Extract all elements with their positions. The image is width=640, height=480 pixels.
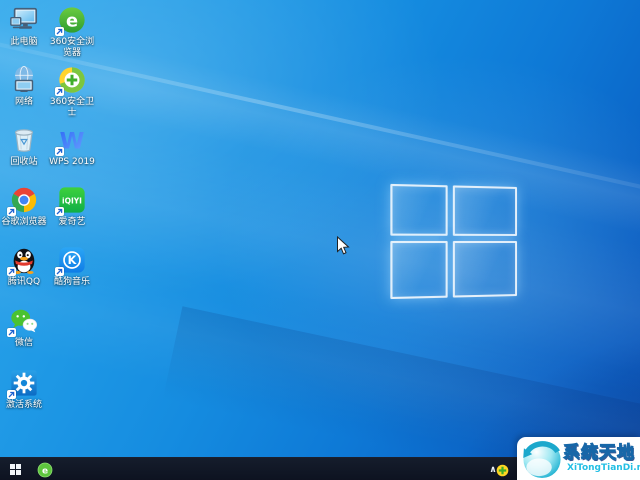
tray-360-safety-icon[interactable] bbox=[496, 462, 509, 480]
windows-logo-pane bbox=[390, 184, 447, 236]
windows-logo-wallpaper bbox=[390, 184, 518, 300]
desktop-icon-recycle-bin[interactable]: 回收站 bbox=[1, 125, 47, 168]
desktop-icon-label: 爱奇艺 bbox=[49, 217, 95, 228]
this-pc-icon bbox=[9, 5, 39, 35]
desktop-icon-label: 网络 bbox=[1, 97, 47, 108]
desktop-icon-label: 激活系统 bbox=[1, 400, 47, 411]
360-browser-icon: e bbox=[57, 5, 87, 35]
shortcut-arrow-badge bbox=[55, 207, 64, 216]
iqiyi-icon: iQIYI bbox=[57, 185, 87, 215]
windows-logo-pane bbox=[453, 241, 517, 298]
desktop-icon-network[interactable]: 网络 bbox=[1, 65, 47, 108]
svg-text:e: e bbox=[66, 11, 78, 32]
shortcut-arrow-badge bbox=[55, 147, 64, 156]
360-safety-icon bbox=[57, 65, 87, 95]
wechat-icon bbox=[9, 306, 39, 336]
windows-start-icon bbox=[10, 464, 21, 475]
svg-text:iQIYI: iQIYI bbox=[62, 196, 82, 205]
svg-text:e: e bbox=[42, 466, 48, 476]
windows-logo-pane bbox=[453, 185, 517, 236]
watermark-title: 系统天地 bbox=[563, 438, 635, 463]
wallpaper-light-beam bbox=[0, 92, 640, 416]
shortcut-arrow-badge bbox=[55, 267, 64, 276]
desktop-icon-label: 此电脑 bbox=[1, 37, 47, 48]
desktop-icon-iqiyi[interactable]: iQIYI 爱奇艺 bbox=[49, 185, 95, 228]
chrome-icon bbox=[9, 185, 39, 215]
desktop-icon-360-browser[interactable]: e 360安全浏览器 bbox=[49, 5, 95, 58]
desktop-icon-label: WPS 2019 bbox=[49, 157, 95, 168]
shortcut-arrow-badge bbox=[7, 390, 16, 399]
watermark-xitongtiandi: 系统天地 XiTongTianDi.net bbox=[517, 437, 640, 480]
shortcut-arrow-badge bbox=[7, 328, 16, 337]
shortcut-arrow-badge bbox=[55, 87, 64, 96]
recycle-bin-icon bbox=[9, 125, 39, 155]
qq-icon bbox=[9, 245, 39, 275]
desktop-icon-activate-system[interactable]: 激活系统 bbox=[1, 368, 47, 411]
desktop-icon-label: 360安全卫士 bbox=[49, 97, 95, 118]
mouse-cursor bbox=[336, 236, 350, 256]
desktop-icon-chrome[interactable]: 谷歌浏览器 bbox=[1, 185, 47, 228]
xitongtiandi-logo-icon bbox=[520, 437, 564, 480]
taskbar-360-browser-button[interactable]: e bbox=[32, 458, 58, 480]
desktop-icon-label: 腾讯QQ bbox=[1, 277, 47, 288]
desktop-icon-label: 回收站 bbox=[1, 157, 47, 168]
network-icon bbox=[9, 65, 39, 95]
wallpaper-light-beam bbox=[0, 36, 640, 204]
shortcut-arrow-badge bbox=[55, 27, 64, 36]
svg-text:K: K bbox=[68, 254, 78, 267]
kugou-icon: K bbox=[57, 245, 87, 275]
desktop-icon-kugou[interactable]: K 酷狗音乐 bbox=[49, 245, 95, 288]
desktop-icon-label: 谷歌浏览器 bbox=[1, 217, 47, 228]
wps-icon: W bbox=[57, 125, 87, 155]
desktop-icon-this-pc[interactable]: 此电脑 bbox=[1, 5, 47, 48]
desktop-icon-label: 360安全浏览器 bbox=[49, 37, 95, 58]
desktop-icon-wechat[interactable]: 微信 bbox=[1, 306, 47, 349]
360-browser-icon: e bbox=[37, 462, 53, 478]
wallpaper-light-beam bbox=[0, 11, 640, 252]
desktop-icon-wps[interactable]: W WPS 2019 bbox=[49, 125, 95, 168]
desktop-icon-qq[interactable]: 腾讯QQ bbox=[1, 245, 47, 288]
desktop-icon-label: 酷狗音乐 bbox=[49, 277, 95, 288]
desktop-icon-360-safety[interactable]: 360安全卫士 bbox=[49, 65, 95, 118]
shortcut-arrow-badge bbox=[7, 267, 16, 276]
windows-logo-pane bbox=[390, 241, 447, 299]
desktop-icon-label: 微信 bbox=[1, 338, 47, 349]
start-button[interactable] bbox=[0, 458, 30, 480]
activate-system-gear-icon bbox=[9, 368, 39, 398]
shortcut-arrow-badge bbox=[7, 207, 16, 216]
desktop: 此电脑 e 360安全浏览器 网络 360安全卫士 回收站 W WPS 2019… bbox=[0, 0, 640, 480]
watermark-url: XiTongTianDi.net bbox=[567, 463, 640, 473]
